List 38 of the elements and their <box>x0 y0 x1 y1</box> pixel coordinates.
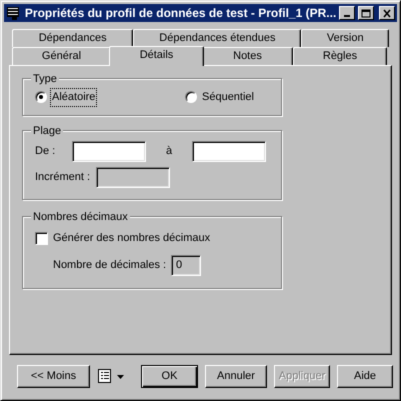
field-label: Incrément : <box>35 170 92 186</box>
dialog-button[interactable]: << Moins <box>17 365 90 388</box>
radio-button[interactable] <box>35 91 47 104</box>
field-label: à <box>164 144 174 160</box>
field-label: De : <box>35 144 56 160</box>
dialog-button[interactable]: Aide <box>337 365 393 388</box>
close-button[interactable] <box>379 6 395 20</box>
close-icon <box>382 8 392 18</box>
checkbox-label: Générer des nombres décimaux <box>53 231 210 246</box>
tab[interactable]: Dépendances <box>12 29 134 47</box>
tab[interactable]: Dépendances étendues <box>133 29 302 47</box>
maximize-button[interactable] <box>358 6 374 20</box>
minimize-button[interactable] <box>339 6 356 20</box>
tab[interactable]: Version <box>301 29 389 47</box>
maximize-icon <box>361 8 372 18</box>
increment-field[interactable] <box>96 167 170 188</box>
minimize-icon <box>344 15 350 17</box>
radio-label: Aléatoire <box>51 89 96 106</box>
group-title: Type <box>31 71 59 88</box>
group-title: Plage <box>31 123 64 140</box>
tab[interactable]: Règles <box>293 47 387 65</box>
window-title: Propriétés du profil de données de test - Profil_1 (PR... <box>24 5 336 22</box>
from-field[interactable] <box>72 141 146 162</box>
radio-label: Séquentiel <box>201 90 255 105</box>
to-field[interactable] <box>192 141 266 162</box>
tab[interactable]: Général <box>12 47 111 65</box>
tab[interactable]: Détails <box>109 46 204 66</box>
radio-button[interactable] <box>185 91 197 104</box>
document-icon <box>6 6 22 20</box>
checkbox[interactable] <box>35 232 48 245</box>
dialog-button[interactable]: OK <box>141 365 198 388</box>
field-value: 0 <box>176 258 182 273</box>
list-icon <box>98 369 112 384</box>
dialog-button[interactable]: Annuler <box>205 365 267 388</box>
decimals-field[interactable]: 0 <box>171 254 201 276</box>
dropdown-arrow-icon <box>117 374 124 378</box>
tab[interactable]: Notes <box>202 47 293 65</box>
field-label: Nombre de décimales : <box>53 258 168 273</box>
